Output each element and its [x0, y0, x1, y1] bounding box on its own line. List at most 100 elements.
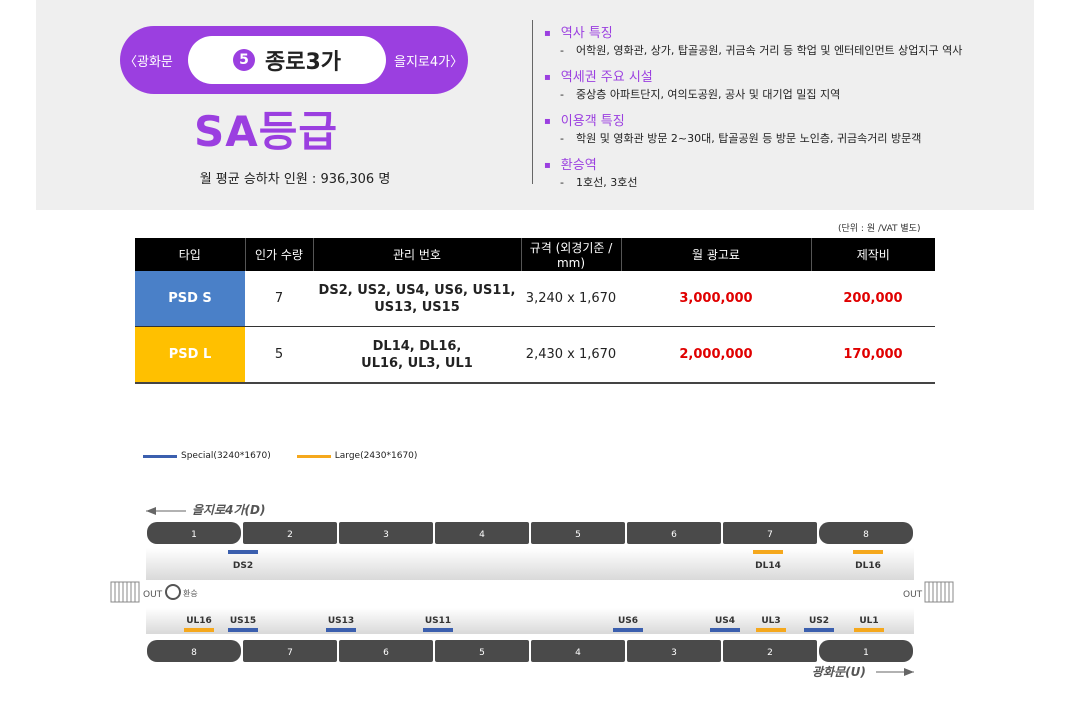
ad-label: US4 [715, 616, 735, 626]
info-item: 역세권 주요 시설 중상층 아파트단지, 여의도공원, 공사 및 대기업 밀집 … [544, 66, 1024, 102]
legend-large: Large(2430*1670) [296, 451, 418, 461]
top-train: 1 2 3 4 5 6 7 8 [147, 522, 913, 544]
ad-label: US11 [425, 616, 451, 626]
car-number: 3 [671, 648, 677, 658]
info-desc: 어학원, 영화관, 상가, 탑골공원, 귀금속 거리 등 학업 및 엔터테인먼트… [560, 42, 1024, 58]
right-exit: OUT [903, 581, 954, 603]
car-number: 3 [383, 530, 389, 540]
table-row: PSD L 5 DL14, DL16, UL16, UL3, UL1 2,430… [135, 326, 935, 384]
monthly-cell: 2,000,000 [621, 326, 811, 384]
production-cell: 200,000 [811, 271, 935, 327]
ad-label: US6 [618, 616, 638, 626]
header-divider [532, 20, 533, 184]
codes-cell: DS2, US2, US4, US6, US11, US13, US15 [313, 271, 521, 327]
header-spec: 규격 (외경기준 / mm) [521, 238, 622, 271]
table-row: PSD S 7 DS2, US2, US4, US6, US11, US13, … [135, 271, 935, 327]
ad-label: DS2 [233, 561, 253, 571]
spec-cell: 2,430 x 1,670 [521, 326, 621, 384]
bottom-train: 8 7 6 5 4 3 2 1 [147, 640, 913, 662]
ad-marker [753, 550, 783, 554]
ad-label: UL1 [859, 616, 878, 626]
legend: Special(3240*1670) Large(2430*1670) [143, 451, 417, 461]
unit-note: (단위 : 원 /VAT 별도) [838, 224, 921, 234]
ad-marker [326, 628, 356, 632]
ad-marker [854, 628, 884, 632]
transfer-icon [165, 584, 181, 600]
info-desc: 중상층 아파트단지, 여의도공원, 공사 및 대기업 밀집 지역 [560, 86, 1024, 102]
info-title: 이용객 특징 [544, 110, 1024, 129]
next-station-label: 을지로4가〉 [394, 55, 464, 70]
car-number: 5 [575, 530, 581, 540]
table-header-row: 타입 인가 수량 관리 번호 규격 (외경기준 / mm) 월 광고료 제작비 [135, 238, 935, 271]
ad-marker [853, 550, 883, 554]
info-title: 역세권 주요 시설 [544, 66, 1024, 85]
info-item: 환승역 1호선, 3호선 [544, 154, 1024, 190]
ad-marker [184, 628, 214, 632]
spec-cell: 3,240 x 1,670 [521, 271, 621, 327]
info-item: 역사 특징 어학원, 영화관, 상가, 탑골공원, 귀금속 거리 등 학업 및 … [544, 22, 1024, 58]
header-codes: 관리 번호 [313, 238, 522, 271]
transfer-label: 환승 [183, 588, 198, 598]
car-number: 2 [287, 530, 293, 540]
car-number: 2 [767, 648, 773, 658]
header-monthly: 월 광고료 [621, 238, 812, 271]
info-item: 이용객 특징 학원 및 영화관 방문 2~30대, 탑골공원 등 방문 노인층,… [544, 110, 1024, 146]
ad-label: US13 [328, 616, 354, 626]
top-platform [146, 548, 914, 580]
ad-marker [423, 628, 453, 632]
car-number: 5 [479, 648, 485, 658]
station-number-icon: 5 [232, 49, 255, 71]
ad-label: US15 [230, 616, 256, 626]
prev-station-label: 〈광화문 [124, 55, 173, 70]
bottom-platform [146, 608, 914, 634]
car-number: 7 [287, 648, 293, 658]
qty-cell: 7 [245, 271, 313, 327]
out-right-label: OUT [903, 590, 923, 600]
header-qty: 인가 수량 [245, 238, 314, 271]
out-left-label: OUT [143, 590, 163, 600]
ad-marker [804, 628, 834, 632]
info-desc: 학원 및 영화관 방문 2~30대, 탑골공원 등 방문 노인층, 귀금속거리 … [560, 130, 1024, 146]
header-production: 제작비 [811, 238, 935, 271]
ad-label: DL16 [855, 561, 881, 571]
legend-special: Special(3240*1670) [143, 451, 271, 461]
ad-label: UL16 [186, 616, 212, 626]
info-desc: 1호선, 3호선 [560, 174, 1024, 190]
car-number: 8 [191, 648, 197, 658]
ad-label: UL3 [761, 616, 780, 626]
production-cell: 170,000 [811, 326, 935, 384]
legend-special-label: Special(3240*1670) [181, 451, 271, 461]
station-info-list: 역사 특징 어학원, 영화관, 상가, 탑골공원, 귀금속 거리 등 학업 및 … [544, 22, 1024, 198]
codes-line: DS2, US2, US4, US6, US11, [318, 282, 516, 298]
codes-line: US13, US15 [374, 299, 460, 315]
car-number: 6 [671, 530, 677, 540]
special-swatch [143, 454, 177, 458]
legend-large-label: Large(2430*1670) [334, 451, 418, 461]
station-name: 종로3가 [264, 50, 342, 75]
ridership-label: 월 평균 승하차 인원 : [199, 172, 317, 187]
car-number: 4 [479, 530, 485, 540]
type-cell: PSD L [135, 326, 245, 384]
codes-cell: DL14, DL16, UL16, UL3, UL1 [313, 326, 521, 384]
station-name-box: 5 종로3가 [188, 36, 386, 84]
station-grade: SA등급 [193, 107, 339, 156]
direction-top-arrowhead [146, 507, 156, 515]
ad-marker [710, 628, 740, 632]
ridership: 월 평균 승하차 인원 : 936,306 명 [150, 168, 440, 187]
ad-label: DL14 [755, 561, 781, 571]
ad-marker [228, 550, 258, 554]
qty-cell: 5 [245, 326, 313, 384]
monthly-cell: 3,000,000 [621, 271, 811, 327]
car-number: 1 [191, 530, 197, 540]
platform-diagram: 을지로4가(D) 1 2 3 4 5 6 7 8 DS2 DL14 DL16 OUT 환승 OUT… [110, 503, 954, 679]
large-swatch [296, 454, 331, 458]
codes-line: DL14, DL16, [372, 338, 462, 354]
ridership-value: 936,306 명 [320, 172, 391, 187]
ad-label: US2 [809, 616, 829, 626]
type-cell: PSD S [135, 271, 245, 327]
ad-marker [228, 628, 258, 632]
car-number: 7 [767, 530, 773, 540]
car-number: 8 [863, 530, 869, 540]
direction-top-label: 을지로4가(D) [192, 503, 265, 517]
direction-bottom-arrowhead [904, 668, 914, 676]
